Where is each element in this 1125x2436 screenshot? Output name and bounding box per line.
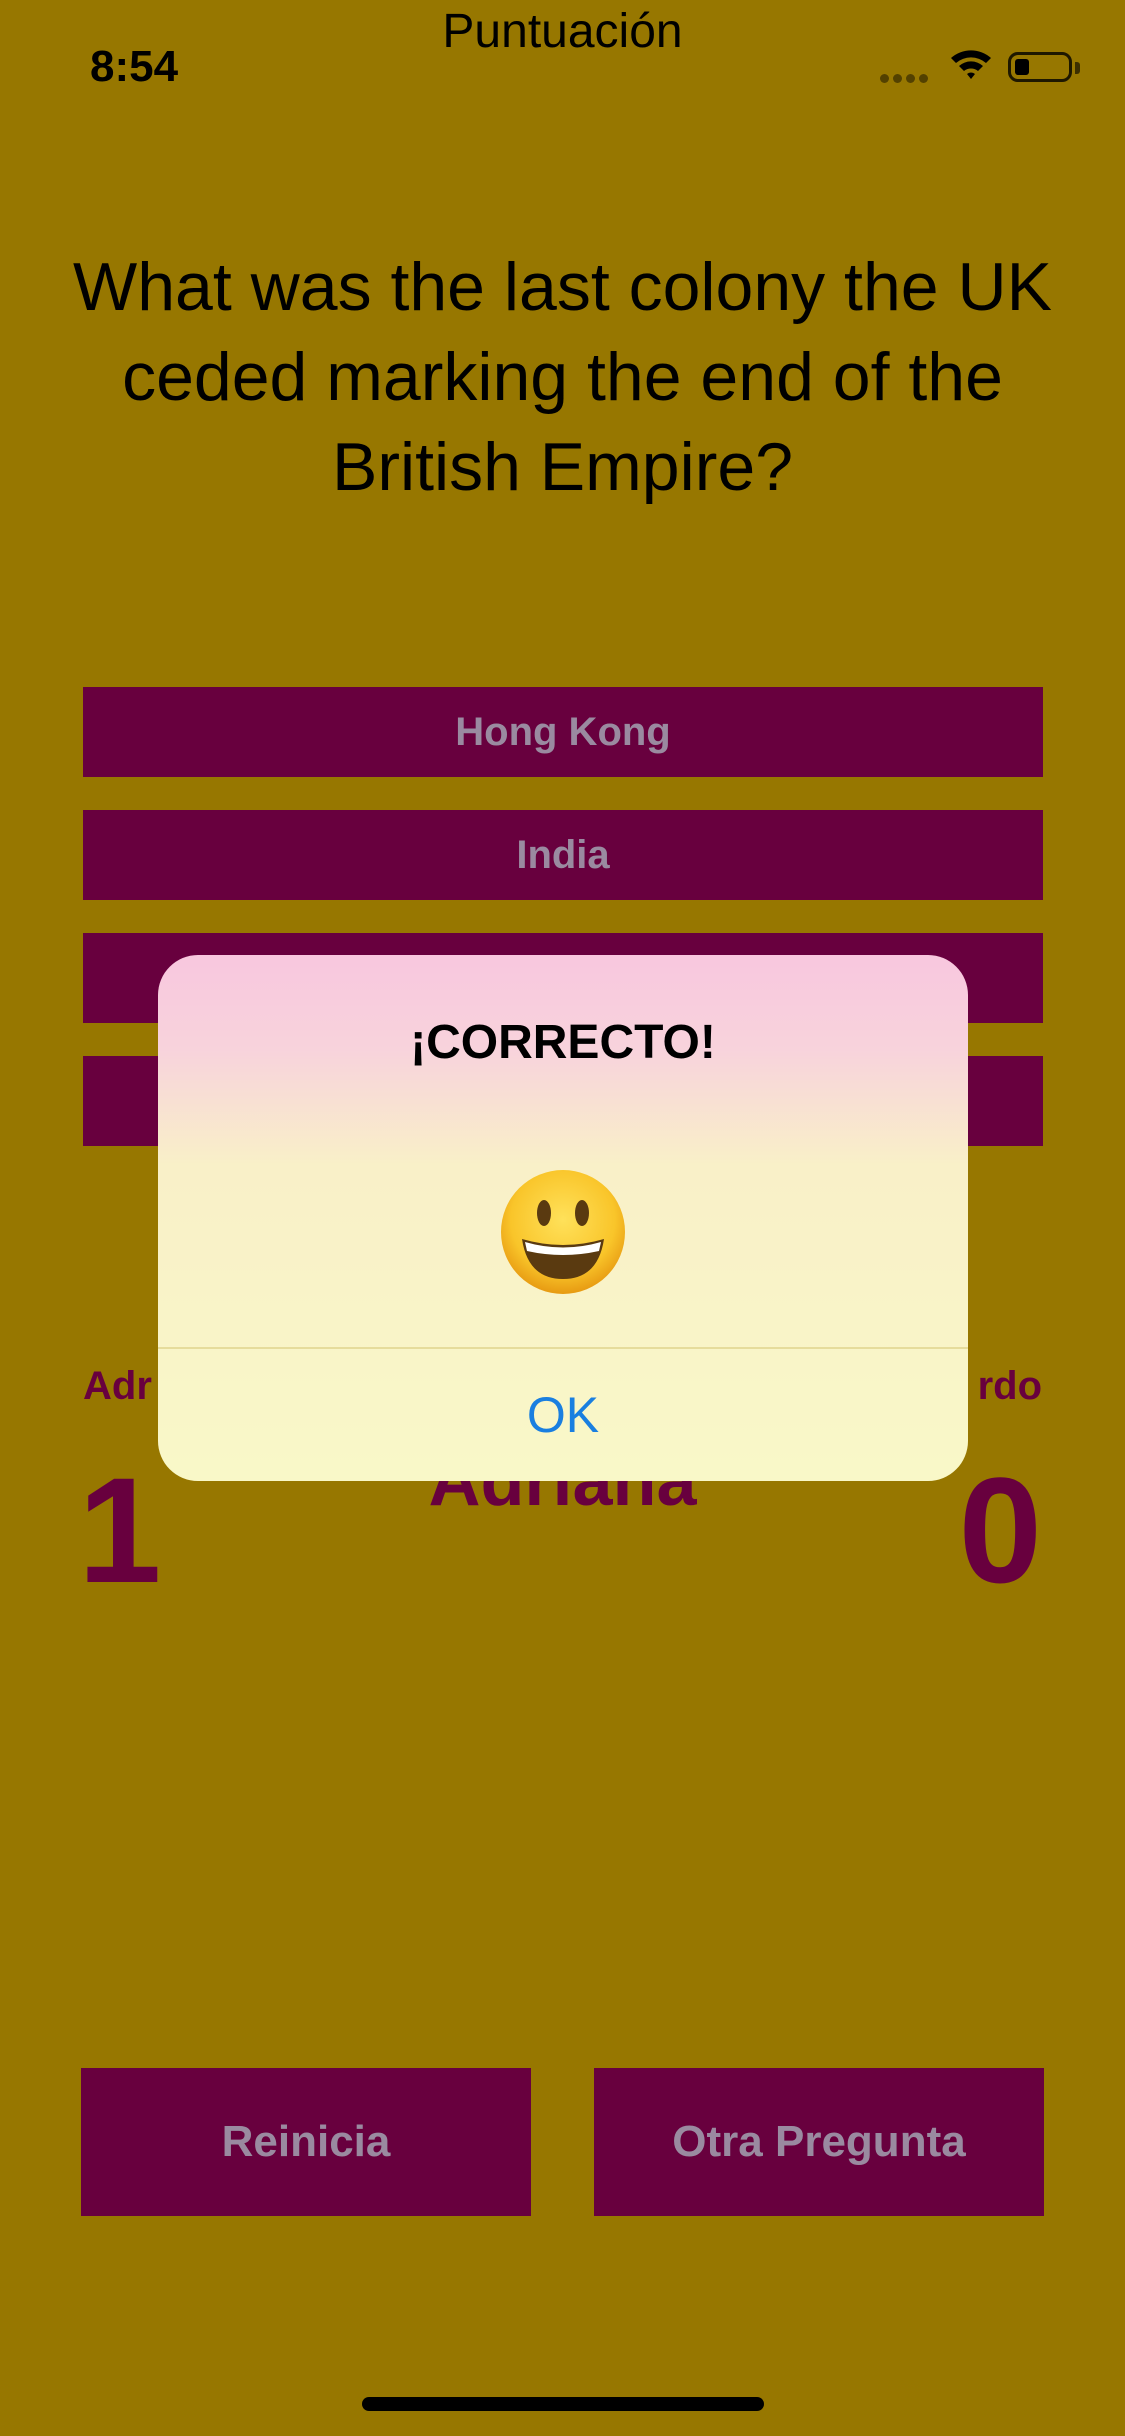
- wifi-icon: [951, 50, 991, 79]
- smiling-face-icon: [501, 1170, 625, 1294]
- answer-button-2[interactable]: India: [83, 810, 1043, 900]
- reset-button[interactable]: Reinicia: [81, 2068, 531, 2216]
- alert-ok-button[interactable]: OK: [158, 1349, 968, 1481]
- next-question-button[interactable]: Otra Pregunta: [594, 2068, 1044, 2216]
- player-right-score: 0: [958, 1446, 1042, 1614]
- player-left-score: 1: [78, 1446, 162, 1614]
- cellular-signal-icon: [880, 70, 932, 88]
- answer-button-1[interactable]: Hong Kong: [83, 687, 1043, 777]
- home-indicator[interactable]: [362, 2397, 764, 2411]
- alert-dialog: ¡CORRECTO! OK: [158, 955, 968, 1481]
- battery-cap: [1075, 62, 1080, 74]
- player-left-label: Adr: [83, 1364, 152, 1408]
- battery-icon: [1008, 52, 1072, 82]
- alert-title: ¡CORRECTO!: [410, 1016, 716, 1069]
- player-right-label: rdo: [977, 1364, 1042, 1408]
- question-text: What was the last colony the UK ceded ma…: [73, 249, 1052, 505]
